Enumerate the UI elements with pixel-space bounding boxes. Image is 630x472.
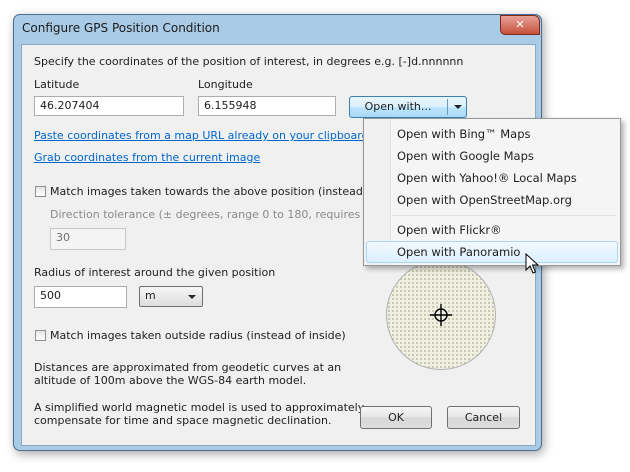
distance-note-line2: altitude of 100m above the WGS-84 earth … bbox=[34, 374, 307, 387]
outside-radius-label: Match images taken outside radius (inste… bbox=[50, 329, 346, 342]
radius-unit-value: m bbox=[145, 289, 156, 302]
magnetic-note-line2: compensate for time and space magnetic d… bbox=[34, 414, 332, 427]
split-divider bbox=[447, 99, 448, 115]
longitude-label: Longitude bbox=[198, 78, 253, 91]
menu-item-yahoo[interactable]: Open with Yahoo!® Local Maps bbox=[397, 171, 577, 185]
radius-unit-select[interactable]: m bbox=[139, 286, 203, 307]
towards-position-checkbox[interactable] bbox=[35, 186, 46, 197]
chevron-down-icon[interactable] bbox=[454, 105, 462, 109]
latitude-label: Latitude bbox=[34, 78, 80, 91]
grab-coordinates-link[interactable]: Grab coordinates from the current image bbox=[34, 151, 260, 164]
open-with-label: Open with... bbox=[364, 100, 432, 113]
radius-field[interactable]: 500 bbox=[34, 286, 127, 308]
latitude-field[interactable]: 46.207404 bbox=[34, 96, 184, 116]
paste-coordinates-link[interactable]: Paste coordinates from a map URL already… bbox=[34, 129, 369, 142]
towards-position-label: Match images taken towards the above pos… bbox=[50, 185, 408, 198]
longitude-field[interactable]: 6.155948 bbox=[198, 96, 336, 116]
close-button[interactable]: ✕ bbox=[500, 15, 540, 35]
crosshair-icon bbox=[430, 304, 452, 326]
radius-label: Radius of interest around the given posi… bbox=[34, 266, 276, 279]
outside-radius-checkbox[interactable] bbox=[35, 330, 46, 341]
menu-item-flickr[interactable]: Open with Flickr® bbox=[397, 223, 502, 237]
direction-tolerance-field[interactable]: 30 bbox=[50, 228, 126, 250]
window-title: Configure GPS Position Condition bbox=[22, 21, 220, 35]
menu-separator bbox=[392, 215, 616, 216]
magnetic-note-line1: A simplified world magnetic model is use… bbox=[34, 401, 365, 414]
instructions-text: Specify the coordinates of the position … bbox=[34, 55, 464, 68]
distance-note-line1: Distances are approximated from geodetic… bbox=[34, 361, 342, 374]
menu-item-google[interactable]: Open with Google Maps bbox=[397, 149, 534, 163]
cancel-button[interactable]: Cancel bbox=[447, 406, 520, 429]
ok-button[interactable]: OK bbox=[360, 406, 432, 429]
chevron-down-icon bbox=[188, 295, 196, 299]
direction-tolerance-label: Direction tolerance (± degrees, range 0 … bbox=[50, 208, 408, 221]
menu-item-bing[interactable]: Open with Bing™ Maps bbox=[397, 127, 531, 141]
menu-item-openstreetmap[interactable]: Open with OpenStreetMap.org bbox=[397, 193, 572, 207]
open-with-button[interactable]: Open with... bbox=[349, 96, 467, 118]
menu-item-panoramio[interactable]: Open with Panoramio bbox=[397, 245, 520, 259]
mouse-pointer-icon bbox=[525, 253, 539, 274]
